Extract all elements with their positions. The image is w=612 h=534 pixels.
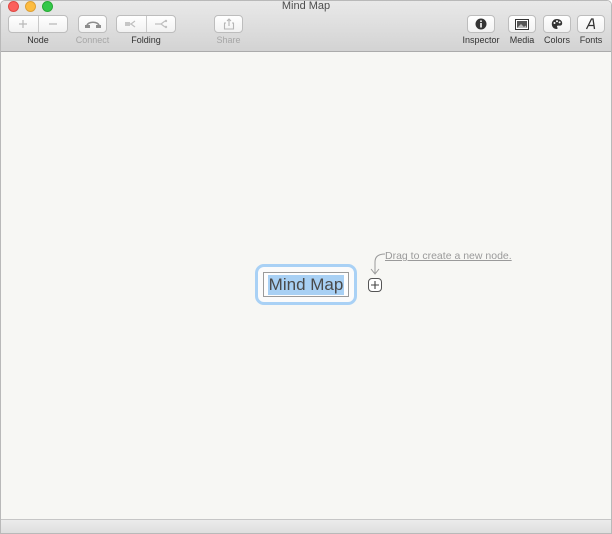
add-child-node-button[interactable] (368, 278, 382, 292)
font-icon (585, 18, 596, 30)
plus-icon (371, 281, 379, 289)
share-button[interactable] (214, 15, 243, 33)
colors-label: Colors (543, 35, 570, 45)
fold-icon (125, 20, 136, 28)
media-label: Media (509, 35, 535, 45)
media-icon (515, 18, 529, 30)
app-window: Mind Map Node Connect Folding Share Insp… (0, 0, 612, 534)
folding-segmented-control (116, 15, 176, 33)
connect-label: Connect (75, 35, 110, 45)
connect-button[interactable] (78, 15, 107, 33)
colors-button[interactable] (543, 15, 571, 33)
minus-icon (48, 23, 57, 25)
inspector-label: Inspector (462, 35, 500, 45)
node-segmented-control (8, 15, 68, 33)
media-button[interactable] (508, 15, 536, 33)
title-bar: Mind Map Node Connect Folding Share Insp… (1, 1, 611, 52)
fonts-button[interactable] (577, 15, 605, 33)
drag-hint-text: Drag to create a new node. (385, 250, 512, 262)
inspector-button[interactable] (467, 15, 495, 33)
fonts-label: Fonts (579, 35, 603, 45)
window-title: Mind Map (281, 0, 331, 12)
info-icon (475, 18, 487, 30)
fold-button[interactable] (117, 16, 146, 32)
node-label: Node (27, 35, 49, 45)
node-text-editor[interactable]: Mind Map (263, 272, 349, 297)
add-node-button[interactable] (9, 16, 38, 32)
unfold-icon (154, 19, 167, 29)
share-icon (223, 18, 234, 30)
bottom-status-bar (1, 519, 611, 533)
central-node[interactable]: Mind Map (255, 264, 357, 305)
connect-icon (84, 21, 101, 28)
unfold-button[interactable] (145, 16, 176, 32)
folding-label: Folding (131, 35, 161, 45)
share-label: Share (216, 35, 241, 45)
plus-icon (19, 20, 28, 28)
color-palette-icon (551, 19, 563, 29)
central-node-text[interactable]: Mind Map (267, 274, 345, 295)
remove-node-button[interactable] (37, 16, 68, 32)
